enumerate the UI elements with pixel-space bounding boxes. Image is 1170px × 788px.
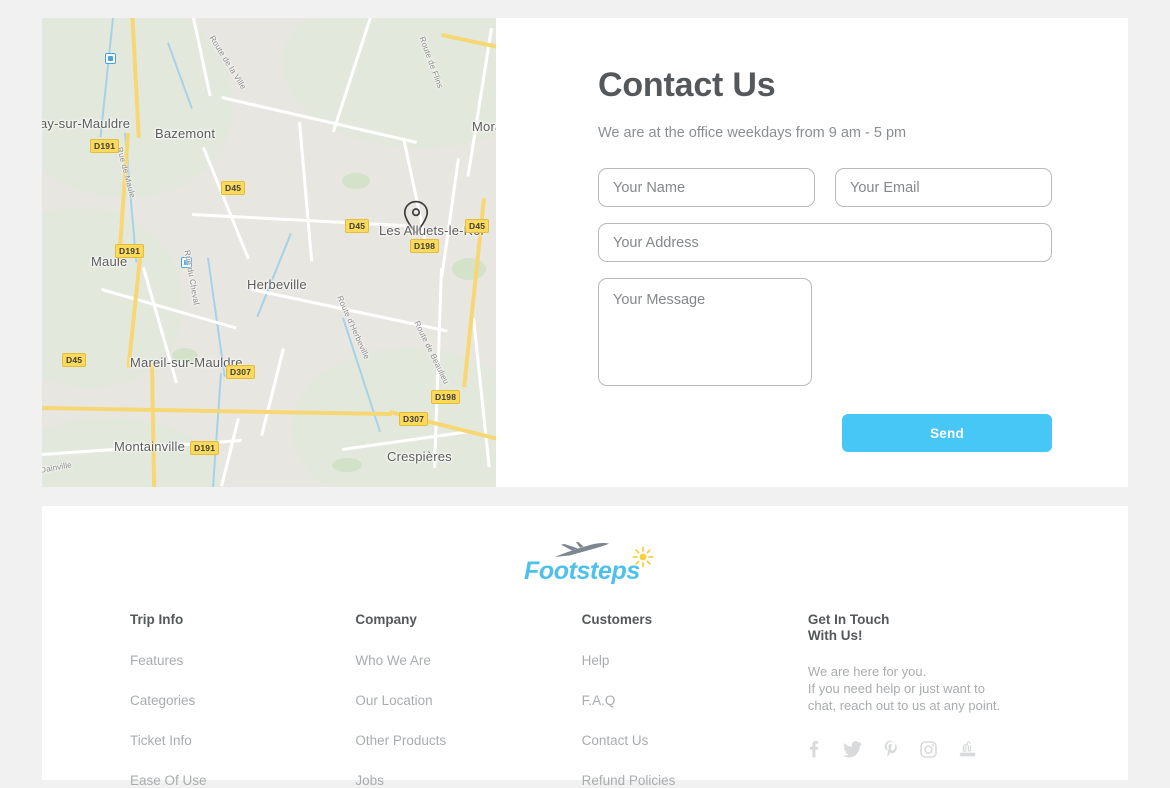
- footer-link-ease-of-use[interactable]: Ease Of Use: [130, 773, 355, 788]
- contact-subtitle: We are at the office weekdays from 9 am …: [598, 125, 907, 141]
- page-title: Contact Us: [598, 66, 776, 104]
- road-shield: D191: [115, 244, 145, 258]
- footer-column-heading: Trip Info: [130, 612, 184, 627]
- send-row: Send: [598, 414, 1052, 452]
- social-links: [808, 740, 1040, 758]
- contact-form: Send: [598, 168, 1052, 452]
- map-place-label: Crespières: [387, 449, 452, 464]
- twitter-icon[interactable]: [843, 740, 862, 758]
- footer-link-who-we-are[interactable]: Who We Are: [355, 653, 581, 668]
- youtube-icon[interactable]: [959, 741, 976, 757]
- footer-column-company: Company Who We Are Our Location Other Pr…: [355, 612, 581, 788]
- map-place-label: ay-sur-Mauldre: [42, 116, 131, 131]
- map-forest: [332, 458, 362, 472]
- footer-column-heading: Customers: [581, 612, 653, 627]
- message-textarea[interactable]: [598, 278, 812, 386]
- footer-link-ticket-info[interactable]: Ticket Info: [130, 733, 355, 748]
- footer-link-help[interactable]: Help: [582, 653, 808, 668]
- road-shield: D45: [62, 353, 87, 367]
- road-shield: D191: [190, 441, 220, 455]
- road-shield: D198: [410, 239, 440, 253]
- road-shield: D198: [431, 390, 461, 404]
- footer-link-contact-us[interactable]: Contact Us: [582, 733, 808, 748]
- map-forest: [342, 173, 370, 189]
- footer-columns: Trip Info Features Categories Ticket Inf…: [130, 612, 1040, 788]
- map-place-label: Montainville: [114, 439, 186, 454]
- footer-link-refund-policies[interactable]: Refund Policies: [582, 773, 808, 788]
- map-place-label: Herbeville: [247, 277, 307, 292]
- road-shield: D45: [221, 181, 246, 195]
- facebook-icon[interactable]: [808, 740, 821, 758]
- email-input[interactable]: [835, 168, 1052, 207]
- footer-link-jobs[interactable]: Jobs: [355, 773, 581, 788]
- pinterest-icon[interactable]: [884, 740, 898, 758]
- road-shield: D307: [399, 412, 429, 426]
- map-street-label: Rue du Cheval: [182, 249, 202, 306]
- footer-column-customers: Customers Help F.A.Q Contact Us Refund P…: [582, 612, 808, 788]
- road-shield: D307: [226, 365, 256, 379]
- map-panel[interactable]: Route de la Ville Route de Flins Grande …: [42, 18, 496, 487]
- map-road: [202, 146, 250, 260]
- get-in-touch-line1: Get In Touch: [807, 612, 890, 627]
- get-in-touch-body-line1: We are here for you.: [807, 664, 927, 679]
- road-shield: D191: [90, 139, 120, 153]
- instagram-icon[interactable]: [920, 740, 937, 758]
- road-shield: D45: [345, 219, 370, 233]
- map-road: [298, 121, 314, 262]
- transit-stop-icon: [105, 53, 116, 64]
- footer-column-heading: Company: [355, 612, 417, 627]
- name-email-row: [598, 168, 1052, 207]
- map-river: [256, 233, 292, 318]
- footer-link-faq[interactable]: F.A.Q: [582, 693, 808, 708]
- contact-card: Route de la Ville Route de Flins Grande …: [42, 18, 1128, 487]
- address-input[interactable]: [598, 223, 1052, 262]
- contact-form-panel: Contact Us We are at the office weekdays…: [496, 18, 1140, 487]
- footer-link-categories[interactable]: Categories: [130, 693, 355, 708]
- get-in-touch-body-line2: If you need help or just want to: [807, 681, 985, 696]
- get-in-touch-line2: With Us!: [807, 628, 863, 643]
- site-footer: Footsteps Trip Info Features Categories …: [42, 506, 1128, 788]
- get-in-touch-body: We are here for you. If you need help or…: [808, 663, 1040, 714]
- footer-link-our-location[interactable]: Our Location: [355, 693, 581, 708]
- map-road: [440, 158, 460, 278]
- send-button[interactable]: Send: [842, 414, 1052, 452]
- map-road: [260, 348, 285, 437]
- footer-column-heading: Get In Touch With Us!: [808, 612, 1040, 644]
- footer-link-features[interactable]: Features: [130, 653, 355, 668]
- footer-logo-wrap: Footsteps: [130, 532, 1040, 594]
- footer-column-get-in-touch: Get In Touch With Us! We are here for yo…: [808, 612, 1040, 788]
- map-place-label: Morai: [472, 119, 496, 134]
- map-forest: [452, 258, 486, 280]
- footer-link-other-products[interactable]: Other Products: [355, 733, 581, 748]
- map-canvas[interactable]: Route de la Ville Route de Flins Grande …: [42, 18, 496, 487]
- get-in-touch-body-line3: chat, reach out to us at any point.: [807, 698, 1001, 713]
- map-road: [220, 418, 240, 487]
- brand-name: Footsteps: [524, 557, 640, 585]
- name-input[interactable]: [598, 168, 815, 207]
- footer-column-trip-info: Trip Info Features Categories Ticket Inf…: [130, 612, 355, 788]
- map-place-label: Bazemont: [155, 126, 216, 141]
- road-shield: D45: [465, 219, 490, 233]
- brand-logo[interactable]: Footsteps: [524, 540, 654, 586]
